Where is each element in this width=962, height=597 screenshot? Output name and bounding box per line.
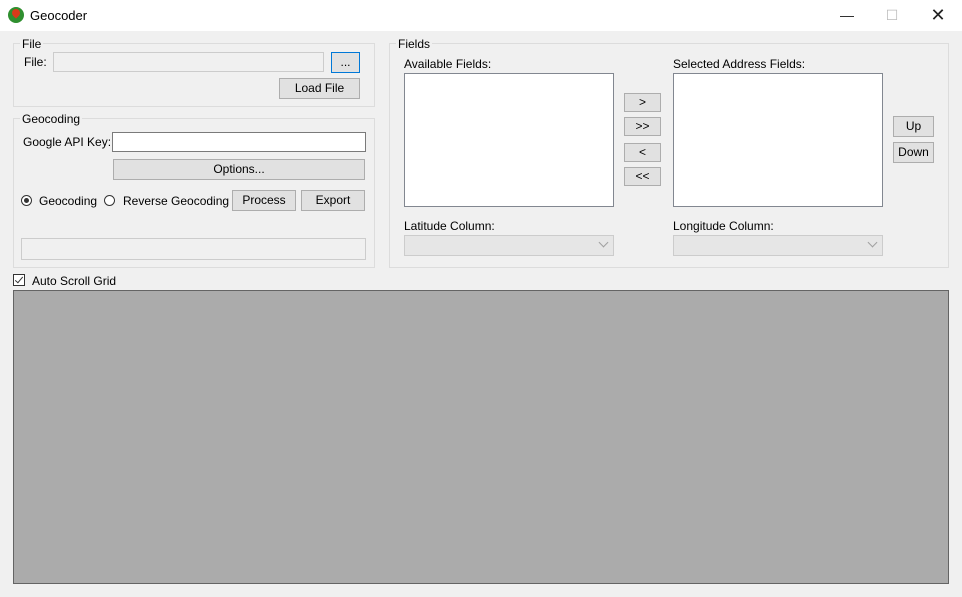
options-button[interactable]: Options... xyxy=(113,159,365,180)
status-field xyxy=(21,238,366,260)
selected-fields-list[interactable] xyxy=(673,73,883,207)
available-fields-label: Available Fields: xyxy=(404,57,492,71)
minimize-button[interactable]: — xyxy=(824,0,870,31)
selected-fields-label: Selected Address Fields: xyxy=(673,57,806,71)
down-button[interactable]: Down xyxy=(893,142,934,163)
file-path-field[interactable] xyxy=(53,52,324,72)
add-all-fields-label: >> xyxy=(635,119,650,133)
add-field-button[interactable]: > xyxy=(624,93,661,112)
auto-scroll-checkbox[interactable] xyxy=(13,274,25,286)
fields-group-label: Fields xyxy=(396,37,433,51)
process-button[interactable]: Process xyxy=(232,190,296,211)
load-file-button[interactable]: Load File xyxy=(279,78,360,99)
api-key-input[interactable] xyxy=(112,132,366,152)
latitude-column-select[interactable] xyxy=(404,235,614,256)
longitude-column-label: Longitude Column: xyxy=(673,219,774,233)
title-bar[interactable]: Geocoder — ☐ ✕ xyxy=(0,0,962,31)
geocoding-radio[interactable] xyxy=(21,195,32,206)
window-title: Geocoder xyxy=(30,8,88,23)
reverse-geocoding-radio[interactable] xyxy=(104,195,115,206)
browse-button-label: ... xyxy=(340,55,351,69)
up-button[interactable]: Up xyxy=(893,116,934,137)
export-button-label: Export xyxy=(315,193,351,207)
available-fields-list[interactable] xyxy=(404,73,614,207)
options-button-label: Options... xyxy=(213,162,265,176)
load-file-button-label: Load File xyxy=(294,81,345,95)
close-button[interactable]: ✕ xyxy=(915,0,961,31)
longitude-column-select[interactable] xyxy=(673,235,883,256)
up-button-label: Up xyxy=(905,119,922,133)
file-group-label: File xyxy=(20,37,44,51)
results-grid[interactable] xyxy=(13,290,949,584)
add-field-label: > xyxy=(638,95,646,109)
remove-field-label: < xyxy=(638,145,646,159)
reverse-geocoding-radio-label[interactable]: Reverse Geocoding xyxy=(123,194,229,208)
latitude-column-label: Latitude Column: xyxy=(404,219,495,233)
geocoding-radio-label[interactable]: Geocoding xyxy=(39,194,97,208)
api-key-label: Google API Key: xyxy=(23,135,112,149)
maximize-button[interactable]: ☐ xyxy=(869,0,915,31)
auto-scroll-label[interactable]: Auto Scroll Grid xyxy=(32,274,116,288)
export-button[interactable]: Export xyxy=(301,190,365,211)
map-pin-app-icon xyxy=(8,7,24,23)
remove-field-button[interactable]: < xyxy=(624,143,661,162)
remove-all-fields-button[interactable]: << xyxy=(624,167,661,186)
add-all-fields-button[interactable]: >> xyxy=(624,117,661,136)
file-label: File: xyxy=(24,55,47,69)
chevron-down-icon xyxy=(867,237,878,248)
remove-all-fields-label: << xyxy=(635,169,650,183)
browse-button[interactable]: ... xyxy=(331,52,360,73)
down-button-label: Down xyxy=(898,145,929,159)
chevron-down-icon xyxy=(598,237,609,248)
process-button-label: Process xyxy=(242,193,286,207)
geocoding-group-label: Geocoding xyxy=(20,112,83,126)
